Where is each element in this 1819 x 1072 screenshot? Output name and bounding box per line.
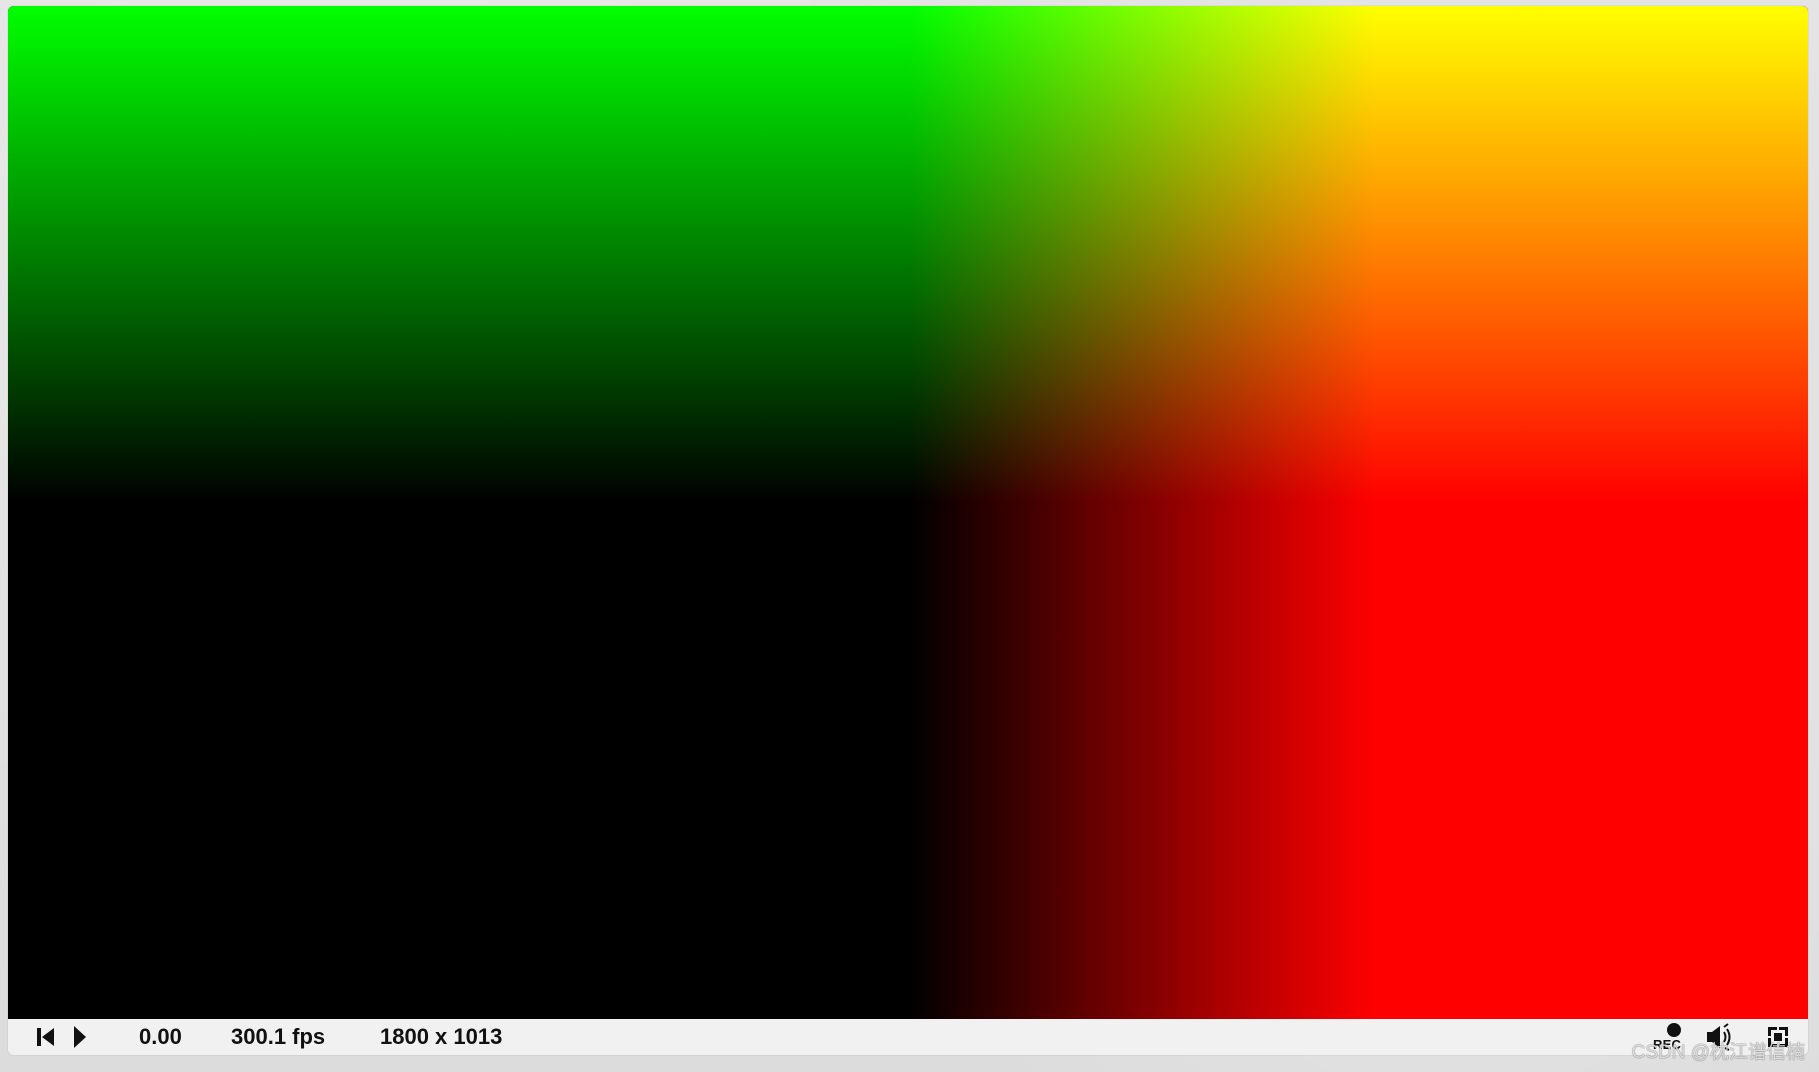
player-controls-bar: 0.00 300.1 fps 1800 x 1013 REC xyxy=(8,1019,1808,1055)
uv-gradient-output xyxy=(8,6,1808,1019)
play-button[interactable] xyxy=(72,1019,88,1055)
resolution-display: 1800 x 1013 xyxy=(380,1024,503,1049)
play-icon xyxy=(74,1026,86,1048)
record-icon xyxy=(1667,1023,1681,1037)
skip-back-icon xyxy=(37,1028,54,1046)
shader-player: 0.00 300.1 fps 1800 x 1013 REC xyxy=(8,6,1808,1055)
csdn-watermark: CSDN @枕江谱信楠 xyxy=(1631,1042,1805,1063)
render-canvas[interactable] xyxy=(8,6,1808,1019)
time-display: 0.00 xyxy=(139,1024,182,1049)
fps-display: 300.1 fps xyxy=(231,1024,326,1049)
rewind-button[interactable] xyxy=(36,1019,56,1055)
